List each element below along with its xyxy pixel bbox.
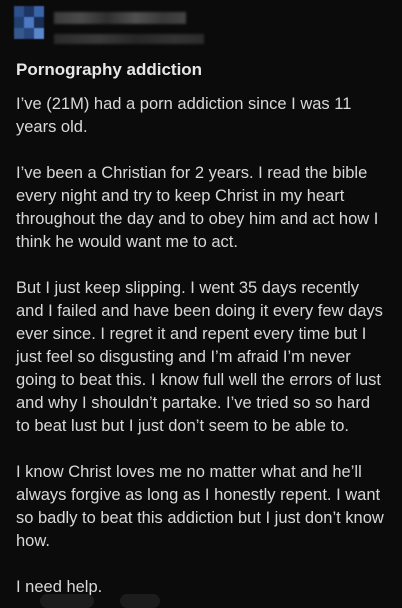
avatar-pixel xyxy=(14,17,24,28)
avatar-pixel xyxy=(14,6,24,17)
post-paragraph: I’ve (21M) had a porn addiction since I … xyxy=(16,95,352,136)
redacted-username xyxy=(54,12,186,24)
comment-button[interactable] xyxy=(120,594,160,608)
redacted-post-meta xyxy=(54,34,204,44)
avatar-pixel xyxy=(34,17,44,28)
post-header xyxy=(0,0,402,54)
post-paragraph: I know Christ loves me no matter what an… xyxy=(16,463,384,550)
post-paragraph: I’ve been a Christian for 2 years. I rea… xyxy=(16,164,379,251)
vote-button[interactable] xyxy=(40,594,94,608)
post-title: Pornography addiction xyxy=(16,60,203,79)
avatar-pixel xyxy=(24,17,34,28)
avatar-pixel xyxy=(34,28,44,39)
post-action-bar xyxy=(0,592,402,608)
post-body: I’ve (21M) had a porn addiction since I … xyxy=(16,93,388,599)
avatar-pixel xyxy=(24,28,34,39)
pixelated-avatar-icon[interactable] xyxy=(14,6,44,40)
avatar-pixel xyxy=(24,6,34,17)
avatar-pixel xyxy=(34,6,44,17)
post-paragraph: But I just keep slipping. I went 35 days… xyxy=(16,279,383,435)
avatar-pixel xyxy=(14,28,24,39)
